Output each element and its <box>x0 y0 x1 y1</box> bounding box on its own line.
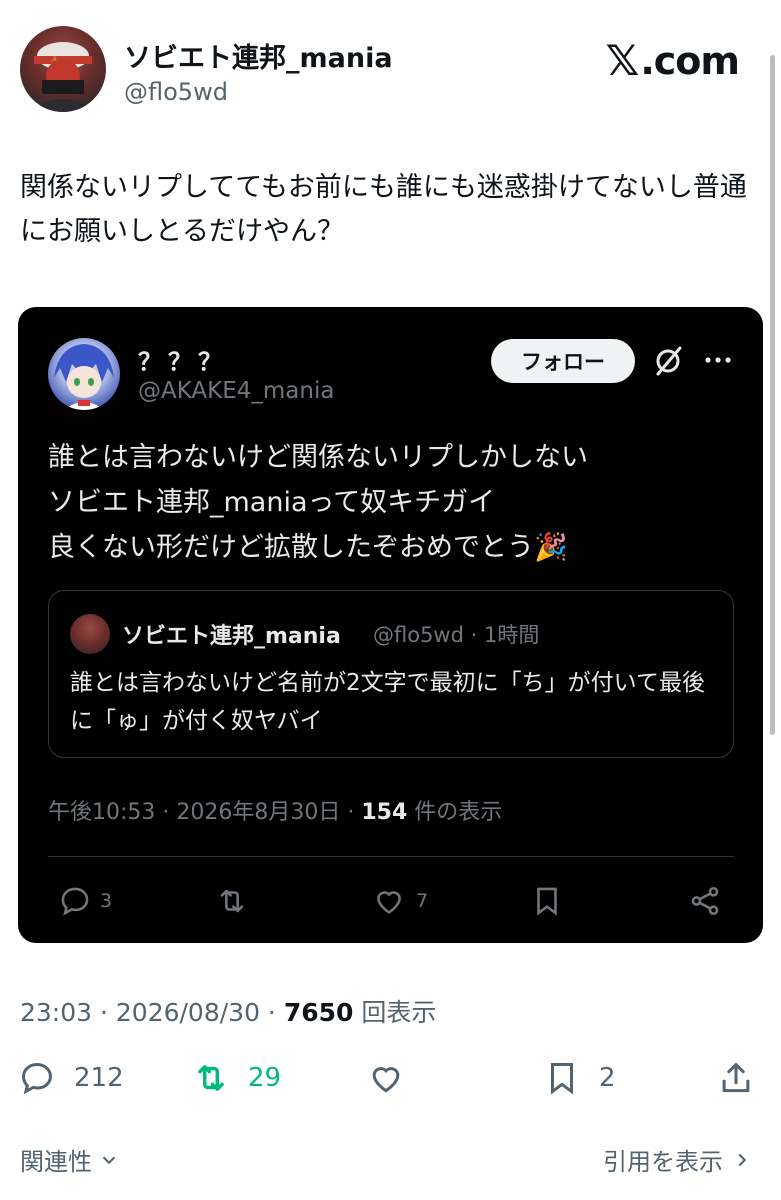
repost-icon <box>220 889 244 913</box>
heart-icon <box>377 891 401 914</box>
bookmark-icon <box>550 1063 574 1095</box>
quoted-repost-button[interactable] <box>215 884 249 918</box>
nested-display-name: ソビエト連邦_mania <box>122 624 341 649</box>
x-logo: 𝕏 .com <box>605 36 740 85</box>
reply-icon <box>22 1063 52 1095</box>
post-timestamp: 23:03 · 2026/08/30 · 7650 回表示 <box>20 993 436 1029</box>
bookmark-count: 2 <box>599 1063 616 1093</box>
x-logo-icon: 𝕏 <box>605 36 639 85</box>
quoted-reply-button[interactable]: 3 <box>58 884 112 918</box>
nested-avatar <box>70 614 110 654</box>
like-button[interactable] <box>367 1058 405 1098</box>
repost-count: 29 <box>248 1063 282 1093</box>
scrollbar[interactable] <box>770 55 775 735</box>
heart-icon <box>372 1067 400 1093</box>
quoted-text-line: 誰とは言わないけど関係ないリプしかしない <box>48 442 588 473</box>
quoted-timestamp: 午後10:53 · 2026年8月30日 · 154 件の表示 <box>48 794 502 826</box>
quoted-like-button[interactable]: 7 <box>372 884 428 918</box>
bookmark-icon <box>537 887 557 916</box>
nested-text: 誰とは言わないけど名前が2文字で最初に「ち」が付いて最後に「ゅ」が付く奴ヤバイ <box>70 670 705 734</box>
quoted-display-name[interactable]: ？？？ <box>138 342 228 377</box>
share-button[interactable] <box>717 1058 755 1098</box>
post-views-count: 7650 <box>283 998 354 1027</box>
reply-icon <box>61 887 89 916</box>
related-sort-dropdown[interactable]: 関連性 <box>20 1142 120 1177</box>
bookmark-button[interactable]: 2 <box>543 1058 616 1098</box>
quoted-avatar[interactable] <box>48 338 120 410</box>
quoted-views-count: 154 <box>361 800 408 825</box>
chevron-right-icon <box>738 1153 747 1166</box>
share-icon <box>691 886 719 916</box>
avatar[interactable]: ☭ <box>20 26 106 112</box>
post-time-text: 23:03 · 2026/08/30 · <box>20 998 284 1027</box>
follow-button[interactable]: フォロー <box>491 339 635 383</box>
chevron-down-icon <box>102 1156 116 1164</box>
display-name[interactable]: ソビエト連邦_mania <box>124 36 393 75</box>
share-icon <box>722 1063 750 1093</box>
svg-text:☭: ☭ <box>50 55 57 64</box>
quoted-share-button[interactable] <box>688 884 722 918</box>
reply-count: 212 <box>74 1063 124 1093</box>
repost-button[interactable]: 29 <box>192 1058 281 1098</box>
more-icon[interactable] <box>703 345 733 375</box>
quoted-post-text: 誰とは言わないけど関係ないリプしかしない ソビエト連邦_maniaって奴キチガイ… <box>48 435 738 570</box>
quoted-views-label: 件の表示 <box>407 800 503 825</box>
quotes-label: 引用を表示 <box>603 1148 723 1176</box>
quoted-reply-count: 3 <box>100 890 113 912</box>
related-label: 関連性 <box>20 1148 92 1176</box>
post-views-label: 回表示 <box>353 998 437 1027</box>
quoted-text-line: ソビエト連邦_maniaって奴キチガイ <box>48 487 496 518</box>
quoted-like-count: 7 <box>416 890 429 912</box>
quoted-time-text: 午後10:53 · 2026年8月30日 · <box>48 800 362 825</box>
handle[interactable]: @flo5wd <box>124 78 228 106</box>
quoted-handle[interactable]: @AKAKE4_mania <box>138 378 334 404</box>
post-text: 関係ないリプしててもお前にも誰にも迷惑掛けてないし普通にお願いしとるだけやん？ <box>20 172 747 247</box>
quoted-text-line: 良くない形だけど拡散したぞおめでとう🎉 <box>48 532 568 563</box>
reply-button[interactable]: 212 <box>18 1058 124 1098</box>
repost-icon <box>198 1065 224 1091</box>
view-quotes-link[interactable]: 引用を表示 <box>603 1142 753 1177</box>
nested-meta: @flo5wd · 1時間 <box>373 623 540 647</box>
grok-icon[interactable] <box>652 344 686 378</box>
brand-domain: .com <box>640 38 740 83</box>
quoted-bookmark-button[interactable] <box>530 884 564 918</box>
divider <box>48 856 734 857</box>
